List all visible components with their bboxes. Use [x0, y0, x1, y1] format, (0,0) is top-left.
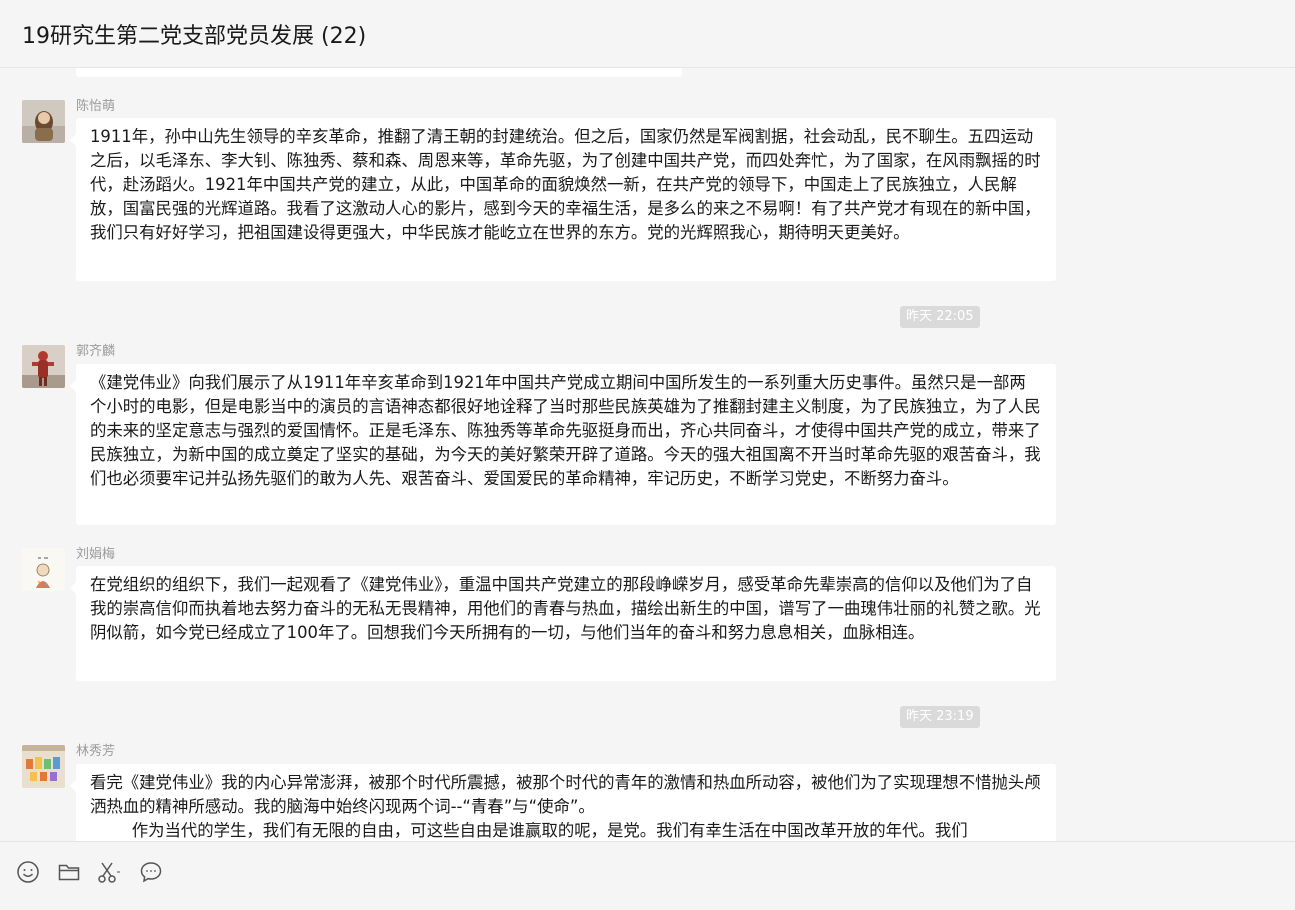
chat-title: 19研究生第二党支部党员发展 (22) — [22, 24, 367, 49]
timestamp: 昨天 23:19 — [900, 706, 980, 728]
message-bubble[interactable]: 《建党伟业》向我们展示了从1911年辛亥革命到1921年中国共产党成立期间中国所… — [70, 364, 1056, 525]
message-bubble[interactable]: 看完《建党伟业》我的内心异常澎湃，被那个时代所震撼，被那个时代的青年的激情和热血… — [70, 764, 1056, 841]
message-bubble[interactable]: 在党组织的组织下，我们一起观看了《建党伟业》，重温中国共产党建立的那段峥嵘岁月，… — [70, 566, 1056, 681]
emoji-icon[interactable] — [15, 859, 41, 885]
chat-bubble-icon[interactable] — [138, 859, 164, 885]
input-toolbar — [0, 841, 1295, 910]
message-bubble[interactable]: 1911年，孙中山先生领导的辛亥革命，推翻了清王朝的封建统治。但之后，国家仍然是… — [70, 118, 1056, 281]
sender-name: 林秀芳 — [76, 744, 116, 759]
avatar[interactable] — [22, 548, 65, 591]
sender-name: 郭齐麟 — [76, 344, 116, 359]
chat-header: 19研究生第二党支部党员发展 (22) — [0, 0, 1295, 68]
sender-name: 陈怡萌 — [76, 99, 116, 114]
avatar[interactable] — [22, 100, 65, 143]
avatar[interactable] — [22, 745, 65, 788]
folder-icon[interactable] — [56, 859, 82, 885]
scissors-icon[interactable] — [97, 859, 123, 885]
timestamp: 昨天 22:05 — [900, 306, 980, 328]
sender-name: 刘娟梅 — [76, 547, 116, 562]
message-list[interactable]: 陈怡萌 1911年，孙中山先生领导的辛亥革命，推翻了清王朝的封建统治。但之后，国… — [0, 68, 1295, 841]
message-bubble-partial — [76, 68, 682, 77]
avatar[interactable] — [22, 345, 65, 388]
